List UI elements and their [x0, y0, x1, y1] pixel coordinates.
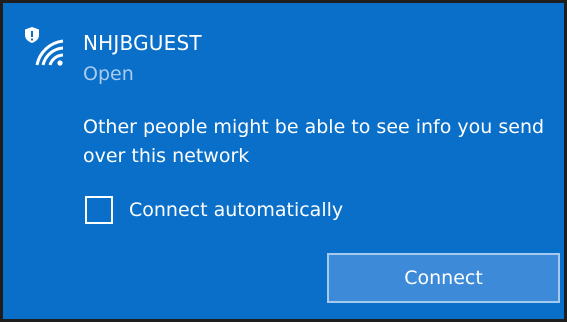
- wifi-secured-warning-icon: [25, 27, 64, 66]
- connect-automatically-option[interactable]: Connect automatically: [85, 193, 343, 227]
- connect-automatically-label: Connect automatically: [129, 199, 344, 221]
- security-warning-text: Other people might be able to see info y…: [83, 116, 545, 167]
- connect-automatically-checkbox[interactable]: [85, 196, 113, 224]
- network-name: NHJBGUEST: [83, 31, 202, 55]
- wifi-network-panel: NHJBGUEST Open Other people might be abl…: [3, 3, 564, 319]
- connect-button[interactable]: Connect: [327, 253, 560, 303]
- network-status: Open: [83, 63, 134, 85]
